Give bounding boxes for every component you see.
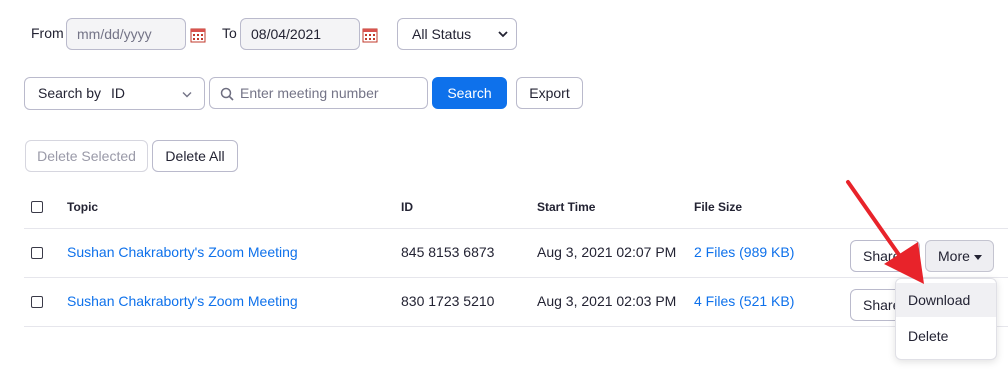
search-by-value: ID — [110, 85, 125, 101]
header-file-size: File Size — [694, 200, 743, 214]
meeting-id: 830 1723 5210 — [401, 293, 495, 309]
status-select-value: All Status — [412, 26, 472, 42]
delete-all-button[interactable]: Delete All — [152, 140, 238, 172]
meeting-topic-link[interactable]: Sushan Chakraborty's Zoom Meeting — [67, 293, 298, 309]
meeting-search-placeholder: Enter meeting number — [240, 85, 379, 101]
delete-menu-item[interactable]: Delete — [896, 319, 996, 353]
from-label: From — [31, 25, 64, 41]
more-button[interactable]: More — [925, 240, 994, 272]
search-icon — [220, 87, 234, 101]
row-divider — [24, 326, 1008, 327]
to-label: To — [222, 25, 237, 41]
meeting-search-input[interactable]: Enter meeting number — [209, 77, 428, 109]
header-topic: Topic — [67, 200, 99, 214]
calendar-icon[interactable] — [362, 27, 378, 43]
export-button[interactable]: Export — [516, 77, 583, 109]
header-start-time: Start Time — [537, 200, 596, 214]
meeting-start-time: Aug 3, 2021 02:03 PM — [537, 293, 677, 309]
chevron-down-icon — [182, 92, 192, 98]
to-date-input[interactable]: 08/04/2021 — [240, 18, 360, 50]
header-id: ID — [401, 200, 413, 214]
caret-down-icon — [974, 255, 982, 260]
file-size-link[interactable]: 2 Files (989 KB) — [694, 244, 794, 260]
meeting-topic-link[interactable]: Sushan Chakraborty's Zoom Meeting — [67, 244, 298, 260]
meeting-id: 845 8153 6873 — [401, 244, 495, 260]
search-button[interactable]: Search — [432, 77, 507, 109]
search-by-label: Search by — [38, 85, 102, 101]
row-checkbox[interactable] — [31, 296, 43, 308]
meeting-start-time: Aug 3, 2021 02:07 PM — [537, 244, 677, 260]
download-menu-item[interactable]: Download — [896, 283, 996, 317]
chevron-down-icon — [498, 31, 508, 38]
row-checkbox[interactable] — [31, 247, 43, 259]
delete-selected-button[interactable]: Delete Selected — [25, 140, 148, 172]
calendar-icon[interactable] — [190, 27, 206, 43]
more-dropdown-menu: Download Delete — [895, 278, 997, 360]
select-all-checkbox[interactable] — [31, 201, 43, 213]
search-by-select[interactable]: Search by ID — [24, 77, 205, 110]
arrow-annotation — [846, 180, 924, 284]
status-select[interactable]: All Status — [397, 18, 517, 50]
from-date-input[interactable]: mm/dd/yyyy — [66, 18, 186, 50]
more-button-label: More — [938, 248, 970, 264]
file-size-link[interactable]: 4 Files (521 KB) — [694, 293, 794, 309]
